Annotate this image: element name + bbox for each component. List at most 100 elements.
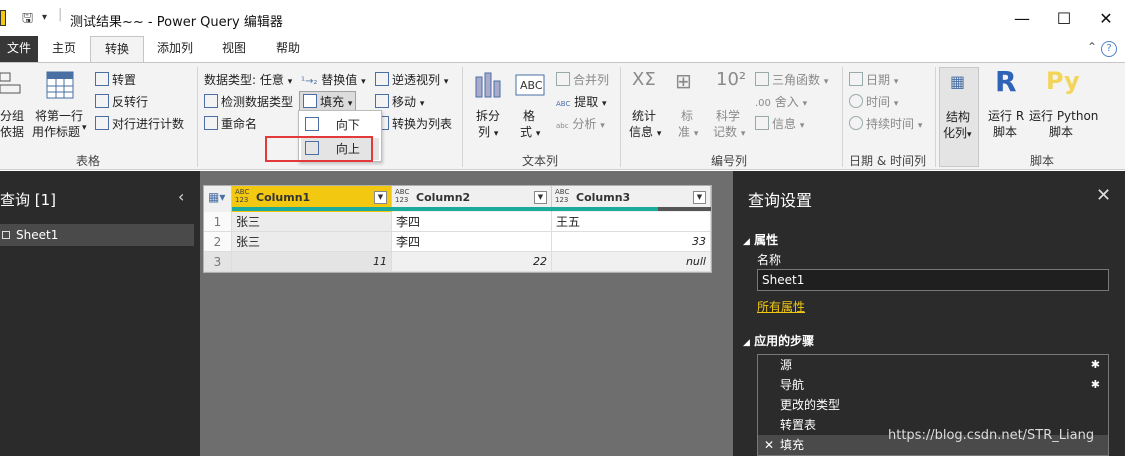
applied-steps-header[interactable]: ◢ 应用的步骤 <box>743 332 814 349</box>
filter-dropdown-icon[interactable]: ▼ <box>534 191 547 204</box>
detect-type-button[interactable]: 检测数据类型 <box>204 93 293 110</box>
format-label-1[interactable]: 格 <box>523 107 535 124</box>
trig-icon <box>755 72 769 86</box>
data-type-dropdown[interactable]: 数据类型: 任意 ▾ <box>204 71 292 88</box>
queries-pane: 查询 [1] ‹ Sheet1 <box>0 171 200 456</box>
step-item[interactable]: 源 ✱ <box>758 355 1108 375</box>
arrow-down-icon <box>305 117 319 131</box>
date-dropdown[interactable]: 日期 ▾ <box>849 71 898 88</box>
reverse-rows-button[interactable]: 反转行 <box>95 93 148 110</box>
convert-to-list-button[interactable]: 转换为列表 <box>375 115 452 132</box>
step-item[interactable]: 更改的类型 <box>758 395 1108 415</box>
transpose-button[interactable]: 转置 <box>95 71 136 88</box>
save-icon[interactable]: 🖫 <box>22 9 33 31</box>
unpivot-dropdown[interactable]: 逆透视列 ▾ <box>375 71 448 88</box>
close-window-button[interactable]: ✕ <box>1086 6 1125 32</box>
time-dropdown[interactable]: 时间 ▾ <box>849 93 898 110</box>
table-cell[interactable]: 李四 <box>392 232 552 252</box>
trig-dropdown[interactable]: 三角函数 ▾ <box>755 71 828 88</box>
maximize-button[interactable]: ☐ <box>1044 6 1084 32</box>
replace-icon: ¹→₂ <box>301 76 318 87</box>
rounding-dropdown[interactable]: .00 舍入 ▾ <box>755 93 807 110</box>
first-row-header-label-1[interactable]: 将第一行 <box>35 107 83 124</box>
table-cell[interactable]: 李四 <box>392 212 552 232</box>
scientific-label-1[interactable]: 科学 <box>716 107 740 124</box>
collapse-ribbon-icon[interactable]: ⌃ <box>1087 40 1097 54</box>
information-dropdown[interactable]: 信息 ▾ <box>755 115 804 132</box>
group-by-label-1[interactable]: 分组 <box>0 107 24 124</box>
table-cell[interactable]: 11 <box>232 252 392 272</box>
group-separator <box>197 67 198 167</box>
minimize-button[interactable]: — <box>1002 6 1042 32</box>
duration-dropdown[interactable]: 持续时间 ▾ <box>849 115 922 132</box>
help-icon[interactable]: ? <box>1101 41 1117 57</box>
merge-columns-label: 合并列 <box>573 73 610 87</box>
split-column-label-2[interactable]: 列 ▾ <box>478 123 498 140</box>
run-python-script-label-2[interactable]: 脚本 <box>1049 123 1073 140</box>
fill-dropdown-button[interactable]: 填充 ▾ <box>299 91 357 112</box>
rename-button[interactable]: 重命名 <box>204 115 257 132</box>
tab-help[interactable]: 帮助 <box>262 36 314 62</box>
statistics-label-2[interactable]: 信息 ▾ <box>629 123 661 140</box>
split-column-label-1[interactable]: 拆分 <box>476 107 500 124</box>
extract-dropdown[interactable]: ABC 提取 ▾ <box>556 93 607 110</box>
statistics-label-1[interactable]: 统计 <box>632 107 656 124</box>
svg-text:ABC: ABC <box>520 79 543 92</box>
fill-down-option[interactable]: 向下 <box>301 114 379 136</box>
run-r-script-label-1[interactable]: 运行 R <box>988 107 1024 124</box>
reverse-rows-icon <box>95 94 109 108</box>
replace-values-dropdown[interactable]: ¹→₂ 替换值 ▾ <box>301 71 366 88</box>
quick-access-dropdown-icon[interactable]: ▾ <box>42 12 47 23</box>
gear-icon[interactable]: ✱ <box>1091 375 1100 395</box>
query-item-sheet1[interactable]: Sheet1 <box>0 224 194 246</box>
stopwatch-icon <box>849 116 863 130</box>
table-cell[interactable]: 33 <box>552 232 711 252</box>
table-cell[interactable]: null <box>552 252 711 272</box>
all-properties-link[interactable]: 所有属性 <box>757 298 805 315</box>
title-bar: 🖫 ▾ | 测试结果~~ - Power Query 编辑器 — ☐ ✕ <box>0 0 1125 36</box>
table-cell[interactable]: 张三 <box>232 232 392 252</box>
first-row-header-dropdown-icon[interactable]: ▾ <box>82 123 87 133</box>
parse-dropdown[interactable]: abc 分析 ▾ <box>556 115 605 132</box>
step-item[interactable]: 导航 ✱ <box>758 375 1108 395</box>
move-dropdown[interactable]: 移动 ▾ <box>375 93 424 110</box>
count-rows-button[interactable]: 对行进行计数 <box>95 115 184 132</box>
format-label-2[interactable]: 式 ▾ <box>520 123 540 140</box>
merge-columns-button[interactable]: 合并列 <box>556 71 609 88</box>
collapse-triangle-icon: ◢ <box>743 237 750 247</box>
tab-view[interactable]: 视图 <box>206 36 262 62</box>
group-by-label-2[interactable]: 依据 <box>0 123 24 140</box>
collapse-queries-icon[interactable]: ‹ <box>178 187 184 206</box>
properties-header[interactable]: ◢ 属性 <box>743 231 778 248</box>
filter-dropdown-icon[interactable]: ▼ <box>693 191 706 204</box>
structured-column-button[interactable]: ▦ 结构 化列▾ <box>939 67 979 167</box>
scientific-icon: 10² <box>716 69 747 90</box>
table-cell[interactable]: 张三 <box>232 212 392 232</box>
table-cell[interactable]: 22 <box>392 252 552 272</box>
filter-dropdown-icon[interactable]: ▼ <box>374 191 387 204</box>
column-header-1[interactable]: ABC 123 Column1 ▼ <box>232 186 392 212</box>
tab-file[interactable]: 文件 <box>0 36 38 62</box>
query-name-input[interactable]: Sheet1 <box>757 269 1109 291</box>
unpivot-label: 逆透视列 <box>392 73 441 87</box>
close-icon[interactable]: ✕ <box>1096 185 1111 206</box>
run-python-script-label-1[interactable]: 运行 Python <box>1029 107 1098 124</box>
standard-label-1[interactable]: 标 <box>681 107 693 124</box>
column-header-2[interactable]: ABC 123 Column2 ▼ <box>392 186 552 212</box>
delete-step-icon[interactable]: ✕ <box>764 435 774 455</box>
gear-icon[interactable]: ✱ <box>1091 355 1100 375</box>
column-header-3[interactable]: ABC 123 Column3 ▼ <box>552 186 711 212</box>
standard-label-2[interactable]: 准 ▾ <box>678 123 698 140</box>
table-menu-button[interactable]: ▦▾ <box>204 186 232 212</box>
statistics-icon: XΣ <box>632 69 656 90</box>
column-name: Column3 <box>576 191 631 204</box>
power-bi-logo-icon <box>0 10 6 26</box>
first-row-header-label-2[interactable]: 用作标题 <box>32 123 80 140</box>
tab-transform[interactable]: 转换 <box>90 36 144 63</box>
run-r-script-label-2[interactable]: 脚本 <box>993 123 1017 140</box>
tab-home[interactable]: 主页 <box>38 36 90 62</box>
rename-label: 重命名 <box>221 117 258 131</box>
scientific-label-2[interactable]: 记数 ▾ <box>713 123 745 140</box>
tab-add-column[interactable]: 添加列 <box>144 36 206 62</box>
table-cell[interactable]: 王五 <box>552 212 711 232</box>
